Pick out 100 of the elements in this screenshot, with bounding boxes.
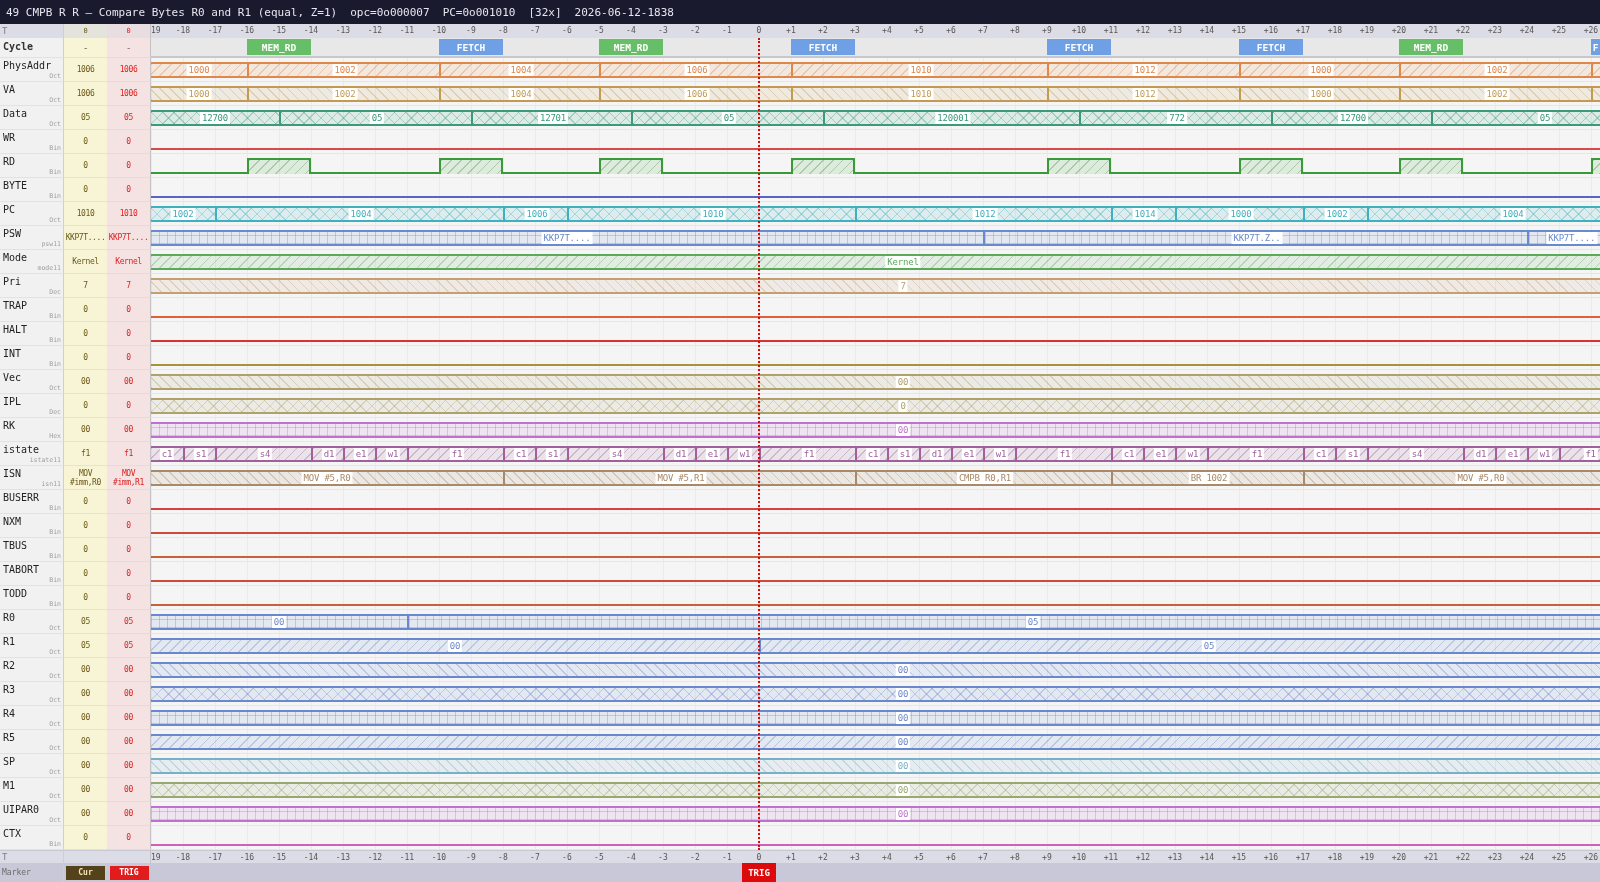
trigger-value-cell: -: [107, 38, 151, 58]
bus-value: 00: [895, 736, 911, 748]
bus-value: 05: [1025, 616, 1041, 628]
cursor-value-cell: 05: [64, 610, 107, 634]
bus-value: c1: [513, 448, 529, 460]
axis-label: T: [2, 25, 9, 37]
bus-value: 1002: [1324, 208, 1350, 220]
bus-value: 1006: [684, 88, 710, 100]
bus-value: 1012: [972, 208, 998, 220]
bus-value: s1: [545, 448, 561, 460]
cursor-value-cell: 0: [64, 586, 107, 610]
bus-value: 00: [895, 808, 911, 820]
time-tick-label: +25: [1551, 25, 1567, 37]
cycle-tag: FETCH: [791, 39, 855, 55]
time-tick-label: -14: [303, 25, 319, 37]
time-tick-label: +8: [1010, 25, 1020, 37]
time-tick-label: +21: [1423, 852, 1439, 864]
timestamp-text: 2026-06-12-1838: [574, 5, 674, 19]
signal-name: Data: [3, 108, 28, 120]
time-tick-label: -10: [431, 25, 447, 37]
time-tick-label: -16: [239, 852, 255, 864]
time-tick-label: -11: [399, 852, 415, 864]
time-tick-label: +14: [1199, 25, 1215, 37]
cursor-value-cell: 0: [64, 346, 107, 370]
time-tick-label: +3: [850, 852, 860, 864]
signal-name: Pri: [3, 276, 22, 288]
bus-value: e1: [705, 448, 721, 460]
window-title: 49 CMPB R R — Compare Bytes R0 and R1 (equal, Z=1): [6, 5, 338, 19]
time-tick-label: +14: [1199, 852, 1215, 864]
time-tick-label: -8: [498, 25, 508, 37]
time-tick-label: -4: [626, 25, 636, 37]
signal-name: Vec: [3, 372, 22, 384]
bus-value: f1: [1249, 448, 1265, 460]
trigger-value-cell: 00: [107, 418, 151, 442]
time-tick-label: +7: [978, 25, 988, 37]
signal-name: RK: [3, 420, 16, 432]
time-tick-label: +26: [1583, 852, 1599, 864]
signal-name: UIPAR0: [3, 804, 40, 816]
bus-value: 1004: [348, 208, 374, 220]
bus-value: 772: [1167, 112, 1187, 124]
cursor-marker-button[interactable]: Cur: [66, 865, 105, 880]
opcode-text: opc=0o000007: [350, 5, 430, 19]
bus-value: 00: [895, 688, 911, 700]
time-tick-label: -9: [466, 852, 476, 864]
bus-value: 1010: [908, 88, 934, 100]
signal-name: HALT: [3, 324, 28, 336]
trigger-value-cell: 00: [107, 658, 151, 682]
time-tick-label: -1: [722, 25, 732, 37]
time-tick-label: +6: [946, 852, 956, 864]
trigger-marker-button[interactable]: TRIG: [109, 865, 149, 880]
cursor-value-cell: 0: [64, 562, 107, 586]
trigger-value-cell: MOV #imm,R1: [107, 466, 151, 490]
bus-value: 00: [271, 616, 287, 628]
time-tick-label: +18: [1327, 25, 1343, 37]
bus-value: s4: [609, 448, 625, 460]
signal-name: R5: [3, 732, 16, 744]
cursor-value-cell: Kernel: [64, 250, 107, 274]
signal-name: VA: [3, 84, 16, 96]
bus-value: w1: [993, 448, 1009, 460]
bus-value: 1002: [1484, 88, 1510, 100]
time-tick-label: -18: [175, 25, 191, 37]
time-tick-label: +2: [818, 25, 828, 37]
trigger-value-cell: 0: [107, 586, 151, 610]
bus-value: 00: [447, 640, 463, 652]
signal-name: istate: [3, 444, 40, 456]
time-tick-label: -11: [399, 25, 415, 37]
signal-name: SP: [3, 756, 16, 768]
time-tick-label: +13: [1167, 852, 1183, 864]
cursor-value-cell: 00: [64, 658, 107, 682]
cursor-value-cell: 0: [64, 826, 107, 850]
time-tick-label: -14: [303, 852, 319, 864]
time-tick-label: +11: [1103, 852, 1119, 864]
signal-name: PC: [3, 204, 16, 216]
trigger-value-cell: f1: [107, 442, 151, 466]
cycle-tag: MEM_RD: [247, 39, 311, 55]
cursor-value-cell: 00: [64, 754, 107, 778]
bus-value: 05: [369, 112, 385, 124]
trigger-value-cell: 05: [107, 610, 151, 634]
cycle-tag: MEM_RD: [1399, 39, 1463, 55]
time-tick-label: +17: [1295, 25, 1311, 37]
cursor-value-cell: 00: [64, 706, 107, 730]
signal-name: TRAP: [3, 300, 28, 312]
signal-name: IPL: [3, 396, 22, 408]
bus-value: e1: [353, 448, 369, 460]
axis-label: T: [2, 851, 9, 863]
time-tick-label: -1: [722, 852, 732, 864]
trigger-value-cell: 1006: [107, 58, 151, 82]
bus-value: 00: [895, 712, 911, 724]
time-tick-label: -13: [335, 852, 351, 864]
cursor-value-cell: -: [64, 38, 107, 58]
signal-name: CTX: [3, 828, 22, 840]
time-tick-label: -7: [530, 852, 540, 864]
time-tick-label: +2: [818, 852, 828, 864]
trigger-marker-tag[interactable]: TRIG: [742, 863, 776, 882]
bus-value: 1006: [524, 208, 550, 220]
time-tick-label: +13: [1167, 25, 1183, 37]
bus-value: Kernel: [885, 256, 921, 268]
time-tick-label: -15: [271, 852, 287, 864]
bus-value: e1: [961, 448, 977, 460]
time-tick-label: +1: [786, 852, 796, 864]
